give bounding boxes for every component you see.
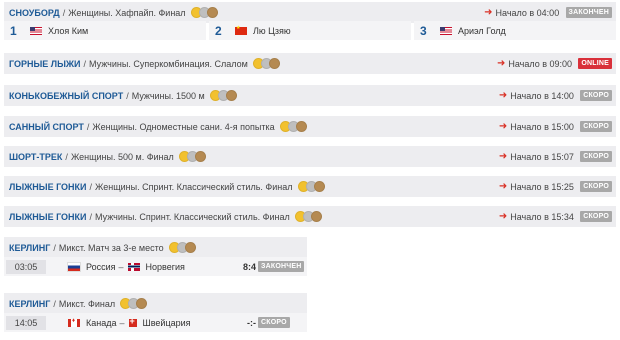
athlete-name[interactable]: Хлоя Ким xyxy=(48,26,88,36)
medal-icon xyxy=(294,211,322,222)
medal-icon xyxy=(190,7,218,18)
team-separator: – xyxy=(119,317,125,328)
ru-flag-icon xyxy=(67,261,81,272)
event-description[interactable]: Женщины. Спринт. Классический стиль. Фин… xyxy=(95,182,292,192)
sport-link[interactable]: САННЫЙ СПОРТ xyxy=(9,122,84,132)
event-description[interactable]: Мужчины. Суперкомбинация. Слалом xyxy=(89,59,248,69)
event-description[interactable]: Женщины. Хафпайп. Финал xyxy=(68,8,185,18)
arrow-icon: ➜ xyxy=(498,181,508,192)
start-time: Начало в 14:00 xyxy=(510,90,574,101)
start-time: Начало в 04:00 xyxy=(495,7,560,18)
status-badge: СКОРО xyxy=(258,317,290,328)
sport-link[interactable]: ШОРТ-ТРЕК xyxy=(9,152,62,162)
medal-icon xyxy=(209,90,237,101)
match-row[interactable]: 14:05 Канада – Швейцария -:- СКОРО xyxy=(4,313,307,332)
event-description[interactable]: Женщины. 500 м. Финал xyxy=(71,152,174,162)
place-number: 2 xyxy=(215,23,222,38)
start-time: Начало в 15:00 xyxy=(510,121,574,132)
match-time: 03:05 xyxy=(6,259,46,274)
ca-flag-icon xyxy=(68,318,80,327)
arrow-icon: ➜ xyxy=(498,90,508,101)
start-time: Начало в 09:00 xyxy=(508,58,573,69)
event-row[interactable]: ЛЫЖНЫЕ ГОНКИ / Женщины. Спринт. Классиче… xyxy=(4,176,616,197)
athlete-name[interactable]: Лю Цзяю xyxy=(253,26,291,36)
separator: / xyxy=(53,242,56,253)
podium-item: 1 Хлоя Ким xyxy=(4,21,206,40)
us-flag-icon xyxy=(30,26,42,35)
separator: / xyxy=(53,298,56,309)
event-row[interactable]: СНОУБОРД / Женщины. Хафпайп. Финал ➜ Нач… xyxy=(4,2,616,23)
medal-icon xyxy=(178,151,206,162)
event-row[interactable]: ГОРНЫЕ ЛЫЖИ / Мужчины. Суперкомбинация. … xyxy=(4,53,616,74)
match-score: -:- xyxy=(247,317,256,328)
event-row[interactable]: КЕРЛИНГ / Микст. Матч за 3-е место xyxy=(4,237,307,258)
medal-icon xyxy=(297,181,325,192)
arrow-icon: ➜ xyxy=(498,151,508,162)
us-flag-icon xyxy=(440,26,452,35)
podium-item: 3 Ариэл Голд xyxy=(414,21,616,40)
start-time: Начало в 15:07 xyxy=(510,151,574,162)
separator: / xyxy=(126,90,129,101)
start-time: Начало в 15:34 xyxy=(510,211,574,222)
ch-flag-icon xyxy=(128,316,137,327)
event-row[interactable]: САННЫЙ СПОРТ / Женщины. Одноместные сани… xyxy=(4,116,616,137)
event-description[interactable]: Микст. Матч за 3-е место xyxy=(59,243,164,253)
place-number: 3 xyxy=(420,23,427,38)
place-number: 1 xyxy=(10,23,17,38)
arrow-icon: ➜ xyxy=(498,211,508,222)
match-time: 14:05 xyxy=(6,315,46,330)
separator: / xyxy=(83,58,87,69)
separator: / xyxy=(89,211,93,222)
sport-link[interactable]: КЕРЛИНГ xyxy=(9,243,50,253)
team-name[interactable]: Канада xyxy=(86,318,116,328)
status-badge: СКОРО xyxy=(580,90,612,101)
event-description[interactable]: Микст. Финал xyxy=(59,299,115,309)
team-name[interactable]: Россия xyxy=(86,262,116,272)
status-badge: СКОРО xyxy=(580,211,612,222)
athlete-name[interactable]: Ариэл Голд xyxy=(458,26,506,36)
arrow-icon: ➜ xyxy=(496,58,506,69)
event-row[interactable]: ЛЫЖНЫЕ ГОНКИ / Мужчины. Спринт. Классиче… xyxy=(4,206,616,227)
separator: / xyxy=(86,121,90,132)
sport-link[interactable]: КЕРЛИНГ xyxy=(9,299,50,309)
match-score: 8:4 xyxy=(242,261,256,272)
cn-flag-icon xyxy=(235,25,247,35)
event-row[interactable]: ШОРТ-ТРЕК / Женщины. 500 м. Финал ➜ Нача… xyxy=(4,146,616,167)
medal-icon xyxy=(279,121,307,132)
status-badge: СКОРО xyxy=(580,181,612,192)
arrow-icon: ➜ xyxy=(484,7,493,18)
arrow-icon: ➜ xyxy=(498,121,508,132)
medal-icon xyxy=(252,58,280,69)
status-badge: ONLINE xyxy=(578,58,612,69)
no-flag-icon xyxy=(127,262,140,271)
event-description[interactable]: Женщины. Одноместные сани. 4-я попытка xyxy=(92,122,274,132)
status-badge: ЗАКОНЧЕН xyxy=(565,7,612,18)
sport-link[interactable]: ГОРНЫЕ ЛЫЖИ xyxy=(9,59,81,69)
start-time: Начало в 15:25 xyxy=(510,181,574,192)
match-row[interactable]: 03:05 Россия – Норвегия 8:4 ЗАКОНЧЕН xyxy=(4,257,307,276)
event-description[interactable]: Мужчины. 1500 м xyxy=(132,91,205,101)
podium: 1 Хлоя Ким 2 Лю Цзяю 3 Ариэл Голд xyxy=(4,21,616,40)
event-row[interactable]: КЕРЛИНГ / Микст. Финал xyxy=(4,293,307,314)
status-badge: ЗАКОНЧЕН xyxy=(258,261,305,272)
medal-icon xyxy=(168,242,196,253)
event-row[interactable]: КОНЬКОБЕЖНЫЙ СПОРТ / Мужчины. 1500 м ➜ Н… xyxy=(4,85,616,106)
medal-icon xyxy=(120,298,148,309)
separator: / xyxy=(62,7,66,18)
team-separator: – xyxy=(118,261,124,272)
separator: / xyxy=(89,181,93,192)
sport-link[interactable]: КОНЬКОБЕЖНЫЙ СПОРТ xyxy=(9,91,123,101)
status-badge: СКОРО xyxy=(580,151,612,162)
status-badge: СКОРО xyxy=(580,121,612,132)
sport-link[interactable]: СНОУБОРД xyxy=(9,8,60,18)
sport-link[interactable]: ЛЫЖНЫЕ ГОНКИ xyxy=(9,212,87,222)
event-description[interactable]: Мужчины. Спринт. Классический стиль. Фин… xyxy=(95,212,290,222)
sport-link[interactable]: ЛЫЖНЫЕ ГОНКИ xyxy=(9,182,87,192)
team-name[interactable]: Норвегия xyxy=(146,262,185,272)
separator: / xyxy=(65,151,68,162)
team-name[interactable]: Швейцария xyxy=(143,318,191,328)
podium-item: 2 Лю Цзяю xyxy=(209,21,411,40)
